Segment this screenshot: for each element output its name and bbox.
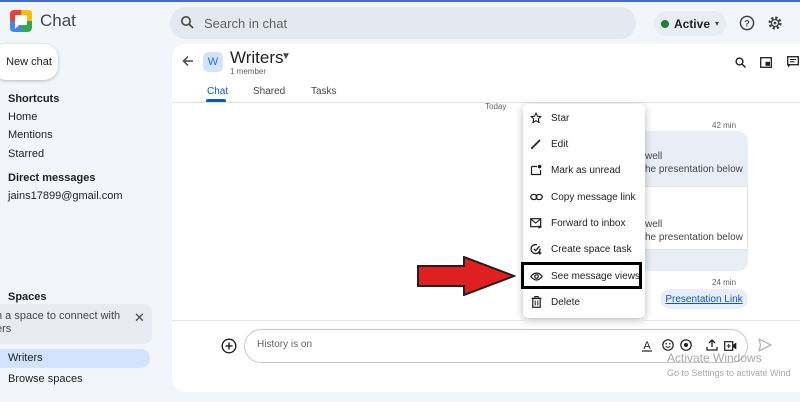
menu-item-label: Copy message link: [551, 191, 636, 203]
message-bubble[interactable]: Presentation Link: [660, 289, 748, 309]
status-dot: [660, 19, 669, 28]
menu-item-star[interactable]: Star: [529, 106, 569, 130]
menu-item-label: Delete: [551, 296, 580, 308]
message-text: well: [645, 219, 663, 230]
message-timestamp: 42 min: [712, 121, 737, 130]
forward-mail-icon: [529, 216, 543, 230]
new-chat-label: New chat: [6, 56, 52, 68]
sidebar-item-writers[interactable]: Writers: [0, 349, 150, 368]
message-timestamp: 24 min: [712, 278, 737, 287]
menu-item-label: Edit: [551, 138, 569, 150]
menu-item-label: Forward to inbox: [551, 217, 626, 229]
activation-watermark-title: Activate Windows: [667, 351, 762, 365]
spaces-heading: Spaces: [8, 291, 47, 303]
composer-divider: [172, 320, 800, 321]
star-icon: [529, 111, 543, 125]
banner-line-2: ers: [0, 323, 12, 335]
presentation-link[interactable]: Presentation Link: [665, 294, 742, 305]
picture-in-picture-icon[interactable]: [760, 57, 772, 71]
chevron-down-icon[interactable]: ▼: [281, 51, 291, 62]
app-logo[interactable]: Chat: [10, 10, 76, 32]
search-input[interactable]: [204, 15, 584, 31]
search-icon[interactable]: [735, 57, 746, 71]
new-chat-button[interactable]: New chat: [0, 44, 58, 80]
trash-icon: [529, 295, 543, 309]
menu-item-mark-unread[interactable]: Mark as unread: [529, 158, 620, 182]
search-bar[interactable]: [170, 7, 636, 39]
sidebar-item-browse-spaces[interactable]: Browse spaces: [8, 373, 83, 385]
chevron-down-icon: ▾: [715, 19, 720, 28]
menu-item-edit[interactable]: Edit: [529, 132, 568, 156]
tab-chat[interactable]: Chat: [207, 86, 228, 97]
highlight-box: [521, 262, 642, 289]
spaces-banner: n a space to connect with ers: [0, 304, 152, 344]
status-selector[interactable]: Active ▾: [654, 11, 726, 36]
tab-tasks[interactable]: Tasks: [311, 86, 337, 97]
sidebar-item-starred[interactable]: Starred: [8, 148, 44, 160]
top-edge-line: [0, 0, 800, 2]
sidebar-item-mentions[interactable]: Mentions: [8, 129, 53, 141]
status-label: Active: [673, 16, 710, 31]
mark-unread-icon: [529, 163, 543, 177]
svg-text:?: ?: [744, 18, 750, 28]
threads-icon[interactable]: [787, 56, 799, 71]
pencil-icon: [529, 137, 543, 151]
tab-shared[interactable]: Shared: [253, 86, 285, 97]
sidebar-item-dm[interactable]: jains17899@gmail.com: [8, 190, 123, 202]
sidebar-item-home[interactable]: Home: [8, 111, 37, 123]
menu-item-copy-link[interactable]: Copy message link: [529, 185, 635, 209]
menu-item-label: Create space task: [551, 243, 632, 255]
shortcuts-heading: Shortcuts: [8, 93, 60, 105]
menu-item-delete[interactable]: Delete: [529, 290, 580, 314]
direct-messages-heading: Direct messages: [8, 172, 96, 184]
day-divider-label: Today: [485, 102, 507, 111]
link-icon: [529, 190, 543, 204]
space-title[interactable]: Writers: [230, 48, 284, 68]
search-icon: [180, 15, 194, 32]
app-title: Chat: [40, 11, 76, 30]
red-arrow-annotation: [416, 255, 517, 299]
message-text: he presentation below: [645, 164, 743, 175]
menu-item-label: Mark as unread: [551, 164, 621, 176]
add-icon[interactable]: [221, 338, 237, 357]
chat-logo-icon: [10, 10, 32, 32]
message-text: he presentation below: [645, 232, 743, 243]
message-input[interactable]: [257, 339, 557, 350]
member-count: 1 member: [230, 67, 267, 76]
menu-item-label: Star: [551, 112, 570, 124]
banner-line-1: n a space to connect with: [0, 310, 121, 322]
activation-watermark-subtitle: Go to Settings to activate Wind: [667, 368, 791, 378]
svg-text:A: A: [643, 340, 651, 352]
message-text: well: [645, 151, 663, 162]
menu-item-forward-inbox[interactable]: Forward to inbox: [529, 211, 625, 235]
space-avatar: W: [203, 52, 223, 72]
help-icon[interactable]: ?: [737, 13, 757, 33]
gear-icon[interactable]: [765, 13, 785, 33]
add-task-icon: [529, 242, 543, 256]
text-format-icon[interactable]: A: [641, 339, 653, 355]
menu-item-create-task[interactable]: Create space task: [529, 237, 632, 261]
close-icon[interactable]: ✕: [134, 310, 145, 326]
back-arrow-icon[interactable]: [182, 54, 194, 70]
